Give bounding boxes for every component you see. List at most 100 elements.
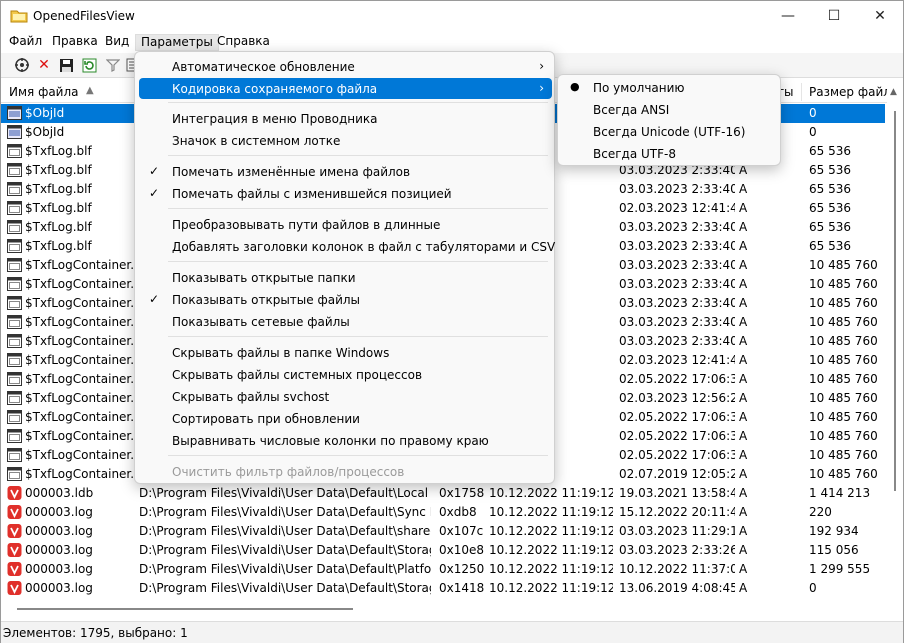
- cell-c2: 19.03.2021 13:58:40: [619, 486, 735, 500]
- menu-separator: [168, 155, 548, 156]
- file-icon: [7, 201, 22, 215]
- checkmark-icon: ✓: [149, 292, 160, 306]
- cell-size: 10 485 760: [809, 296, 878, 310]
- submenu-item-label: Всегда UTF-8: [593, 147, 676, 161]
- cell-c2: 03.03.2023 2:33:40: [619, 258, 735, 272]
- encoding-submenu: ● По умолчанию Всегда ANSI Всегда Unicode (…: [557, 74, 781, 166]
- menu-view[interactable]: Вид: [100, 34, 134, 51]
- close-button[interactable]: ✕: [857, 1, 903, 31]
- column-header-filename[interactable]: Имя файла: [9, 85, 79, 99]
- menu-item[interactable]: Кодировка сохраняемого файла ›: [139, 78, 552, 99]
- menu-item-label: Значок в системном лотке: [172, 134, 341, 148]
- submenu-item-label: По умолчанию: [593, 81, 685, 95]
- menu-item-label: Добавлять заголовки колонок в файл с таб…: [172, 240, 556, 254]
- column-header-filesize[interactable]: Размер файла: [809, 85, 898, 99]
- cell-handle: 0x1250: [439, 562, 485, 576]
- cell-c2: 03.03.2023 2:33:40: [619, 315, 735, 329]
- cell-name: $TxfLogContainer...: [25, 315, 133, 329]
- save-icon[interactable]: [57, 56, 75, 74]
- menu-item[interactable]: Скрывать файлы svchost: [139, 386, 552, 407]
- table-row[interactable]: 000003.log D:\Program Files\Vivaldi\User …: [1, 522, 885, 541]
- maximize-button[interactable]: ☐: [811, 1, 857, 31]
- submenu-item[interactable]: ● По умолчанию: [562, 77, 778, 98]
- vivaldi-icon: [7, 524, 22, 538]
- horizontal-scrollbar[interactable]: [1, 601, 887, 617]
- minimize-button[interactable]: —: [765, 1, 811, 31]
- vertical-scrollbar[interactable]: ▲: [887, 81, 903, 601]
- file-icon: [7, 467, 22, 481]
- cell-name: $TxfLogContainer...: [25, 467, 133, 481]
- cell-size: 10 485 760: [809, 448, 878, 462]
- cell-size: 65 536: [809, 163, 851, 177]
- menu-item[interactable]: Выравнивать числовые колонки по правому …: [139, 430, 552, 451]
- column-separator[interactable]: [801, 83, 802, 101]
- delete-icon[interactable]: ✕: [35, 56, 53, 74]
- menu-item[interactable]: Сортировать при обновлении: [139, 408, 552, 429]
- menu-item[interactable]: Добавлять заголовки колонок в файл с таб…: [139, 236, 556, 257]
- menu-file[interactable]: Файл: [4, 34, 47, 51]
- cell-attr: A: [739, 505, 748, 519]
- table-row[interactable]: 000003.log D:\Program Files\Vivaldi\User …: [1, 541, 885, 560]
- cell-attr: A: [739, 467, 748, 481]
- cell-name: $TxfLogContainer...: [25, 410, 133, 424]
- menu-item[interactable]: Преобразовывать пути файлов в длинные: [139, 214, 552, 235]
- cell-name: $TxfLog.blf: [25, 220, 92, 234]
- menu-item[interactable]: Показывать сетевые файлы: [139, 311, 552, 332]
- menu-item[interactable]: ✓ Помечать изменённые имена файлов: [139, 161, 552, 182]
- submenu-item[interactable]: Всегда UTF-8: [562, 143, 778, 164]
- scroll-up-icon[interactable]: ▲: [890, 87, 897, 97]
- menu-edit[interactable]: Правка: [47, 34, 103, 51]
- cell-attr: A: [739, 315, 748, 329]
- cell-handle: 0x1758: [439, 486, 485, 500]
- file-icon: [7, 277, 22, 291]
- menu-bar: Файл Правка Вид Параметры Справка: [1, 32, 903, 52]
- cell-path: D:\Program Files\Vivaldi\User Data\Defau…: [139, 581, 431, 595]
- file-icon: [7, 163, 22, 177]
- menu-item[interactable]: ✓ Показывать открытые файлы: [139, 289, 552, 310]
- table-row[interactable]: 000003.ldb D:\Program Files\Vivaldi\User …: [1, 484, 885, 503]
- table-row[interactable]: 000003.log D:\Program Files\Vivaldi\User …: [1, 503, 885, 522]
- checkmark-icon: ✓: [149, 164, 160, 178]
- menu-item-label: Скрывать файлы системных процессов: [172, 368, 423, 382]
- filter-icon[interactable]: [104, 56, 122, 74]
- cell-attr: A: [739, 372, 748, 386]
- cell-size: 10 485 760: [809, 429, 878, 443]
- cell-attr: A: [739, 562, 748, 576]
- submenu-item[interactable]: Всегда Unicode (UTF-16): [562, 121, 778, 142]
- menu-item[interactable]: Скрывать файлы в папке Windows: [139, 342, 552, 363]
- menu-item-label: Скрывать файлы в папке Windows: [172, 346, 390, 360]
- menu-help[interactable]: Справка: [212, 34, 275, 51]
- cell-c2: 03.03.2023 2:33:40: [619, 182, 735, 196]
- menu-item[interactable]: Скрывать файлы системных процессов: [139, 364, 552, 385]
- properties-icon[interactable]: [13, 56, 31, 74]
- menu-item[interactable]: Показывать открытые папки: [139, 267, 552, 288]
- menu-item[interactable]: ✓ Помечать файлы с изменившейся позицией: [139, 183, 552, 204]
- scroll-thumb[interactable]: [894, 111, 896, 491]
- menu-item-label: Автоматическое обновление: [172, 60, 355, 74]
- cell-size: 0: [809, 125, 817, 139]
- cell-attr: A: [739, 239, 748, 253]
- menu-item[interactable]: Интеграция в меню Проводника: [139, 108, 552, 129]
- table-row[interactable]: 000003.log D:\Program Files\Vivaldi\User …: [1, 579, 885, 598]
- cell-c2: 02.05.2022 17:06:38: [619, 448, 735, 462]
- file-icon: [7, 182, 22, 196]
- refresh-icon[interactable]: [80, 56, 98, 74]
- menu-item-label: Показывать сетевые файлы: [172, 315, 350, 329]
- submenu-item[interactable]: Всегда ANSI: [562, 99, 778, 120]
- file-icon: [7, 353, 22, 367]
- cell-path: D:\Program Files\Vivaldi\User Data\Defau…: [139, 486, 431, 500]
- menu-item[interactable]: Значок в системном лотке: [139, 130, 552, 151]
- cell-c2: 02.03.2023 12:56:25: [619, 391, 735, 405]
- hscroll-thumb[interactable]: [17, 608, 353, 610]
- cell-name: $TxfLogContainer...: [25, 258, 133, 272]
- cell-attr: A: [739, 258, 748, 272]
- menu-options[interactable]: Параметры: [135, 34, 219, 51]
- cell-size: 10 485 760: [809, 372, 878, 386]
- table-row[interactable]: 000003.log D:\Program Files\Vivaldi\User …: [1, 560, 885, 579]
- menu-item[interactable]: Автоматическое обновление ›: [139, 56, 552, 77]
- menu-separator: [168, 102, 548, 103]
- title-bar: OpenedFilesView — ☐ ✕: [1, 1, 903, 31]
- cell-name: $TxfLog.blf: [25, 182, 92, 196]
- cell-size: 220: [809, 505, 832, 519]
- vivaldi-icon: [7, 505, 22, 519]
